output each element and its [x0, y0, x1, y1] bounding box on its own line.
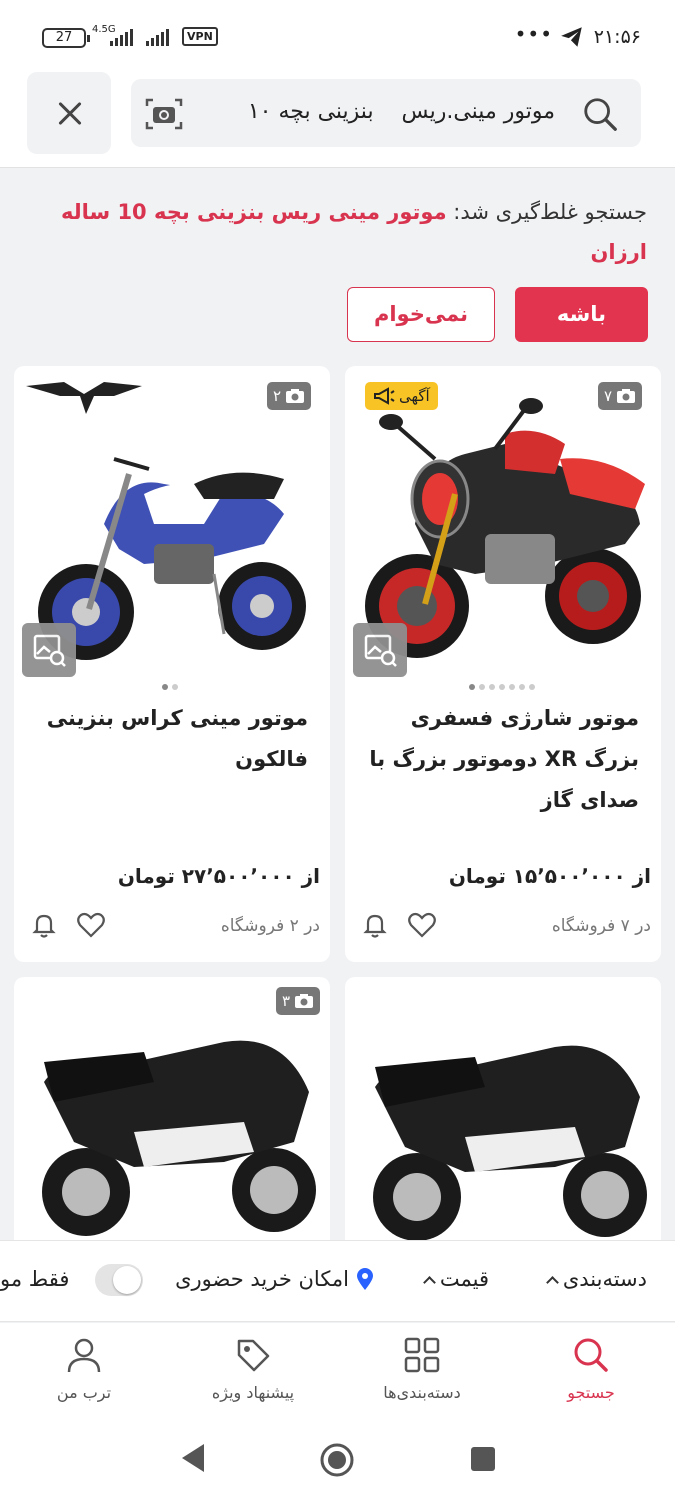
battery-indicator: 27: [42, 28, 90, 48]
close-search-button[interactable]: [27, 72, 111, 154]
pocket-bike-image: [373, 1045, 647, 1241]
heart-icon[interactable]: [407, 911, 437, 939]
camera-icon: [617, 389, 635, 403]
product-price: از ۲۷٬۵۰۰٬۰۰۰ تومان: [117, 864, 320, 888]
pocket-bike-image: [42, 1040, 316, 1236]
megaphone-icon: [374, 387, 395, 405]
user-icon: [67, 1338, 101, 1373]
nav-offers[interactable]: پیشنهاد ویژه: [188, 1335, 318, 1402]
nav-search-label: جستجو: [567, 1383, 615, 1402]
product-title[interactable]: موتور مینی کراس بنزینی فالکون: [38, 698, 308, 780]
grid-icon: [404, 1337, 440, 1373]
nav-categories-label: دسته‌بندی‌ها: [383, 1383, 461, 1402]
product-card[interactable]: ۲ موتور مینی کراس بنزینی فالکون از ۲۷٬۵۰…: [14, 366, 330, 962]
search-header: موتور مینی.ریس بنزینی بچه ۱۰: [0, 72, 675, 168]
recents-icon[interactable]: [470, 1446, 496, 1472]
telegram-icon: [561, 27, 582, 47]
photo-count-badge: ۳: [275, 987, 320, 1015]
signal-icon-2: [146, 28, 169, 46]
home-icon[interactable]: [319, 1442, 355, 1478]
image-search-icon: [364, 634, 397, 667]
search-input[interactable]: موتور مینی.ریس بنزینی بچه ۱۰: [131, 79, 641, 147]
search-icon: [574, 1338, 608, 1372]
store-count[interactable]: در ۲ فروشگاه: [221, 916, 320, 936]
store-count[interactable]: در ۷ فروشگاه: [552, 916, 651, 936]
accept-correction-button[interactable]: باشه: [515, 287, 648, 342]
nav-search[interactable]: جستجو: [526, 1335, 656, 1402]
back-icon[interactable]: [178, 1442, 206, 1474]
clock: ۲۱:۵۶: [593, 26, 641, 48]
chevron-up-icon: [545, 1275, 559, 1289]
signal-icon: [110, 28, 133, 46]
image-search-icon: [33, 634, 66, 667]
filter-price-label: قیمت: [439, 1267, 489, 1291]
filter-in-person[interactable]: امکان خرید حضوری: [175, 1267, 375, 1291]
search-icon: [584, 98, 617, 131]
bell-icon[interactable]: [361, 911, 389, 939]
product-image[interactable]: [355, 997, 652, 1277]
photo-count-badge: ۲: [266, 382, 311, 410]
image-search-icon[interactable]: [145, 97, 183, 131]
product-image[interactable]: [24, 997, 321, 1277]
spelling-correction: جستجو غلط‌گیری شد: موتور مینی ریس بنزینی…: [27, 192, 647, 272]
tag-icon: [237, 1339, 270, 1372]
similar-images-button[interactable]: [22, 623, 76, 677]
nav-profile[interactable]: ترب من: [19, 1335, 149, 1402]
notification-dots: •••: [514, 22, 553, 46]
product-price: از ۱۵٬۵۰۰٬۰۰۰ تومان: [448, 864, 651, 888]
heart-icon[interactable]: [76, 911, 106, 939]
nav-categories[interactable]: دسته‌بندی‌ها: [357, 1335, 487, 1402]
filter-category[interactable]: دسته‌بندی: [545, 1267, 647, 1291]
chevron-up-icon: [422, 1275, 436, 1289]
camera-icon: [295, 994, 313, 1008]
nav-profile-label: ترب من: [56, 1383, 112, 1402]
photo-count: ۲: [272, 387, 281, 405]
filter-bar: دسته‌بندی قیمت امکان خرید حضوری فقط مو: [0, 1240, 675, 1322]
status-bar: 27 4.5G VPN ••• ۲۱:۵۶: [0, 0, 675, 72]
system-navigation: [0, 1420, 675, 1500]
photo-count: ۳: [281, 992, 290, 1010]
location-pin-icon: [357, 1268, 373, 1290]
filter-only[interactable]: فقط مو: [0, 1267, 69, 1291]
product-card[interactable]: [345, 977, 661, 1277]
reject-correction-button[interactable]: نمی‌خوام: [347, 287, 495, 342]
bell-icon[interactable]: [30, 911, 58, 939]
search-query: موتور مینی.ریس بنزینی بچه ۱۰: [247, 99, 555, 124]
photo-count: ۷: [603, 387, 612, 405]
bottom-navigation: جستجو دسته‌بندی‌ها پیشنهاد ویژه ترب من: [0, 1323, 675, 1420]
ad-label: آگهی: [399, 387, 430, 405]
image-carousel-dots: [162, 684, 178, 690]
filter-price[interactable]: قیمت: [422, 1267, 489, 1291]
filter-only-label: فقط مو: [0, 1267, 70, 1291]
similar-images-button[interactable]: [353, 623, 407, 677]
filter-in-person-label: امکان خرید حضوری: [175, 1267, 349, 1291]
nav-offers-label: پیشنهاد ویژه: [211, 1383, 295, 1402]
image-carousel-dots: [469, 684, 535, 690]
camera-icon: [286, 389, 304, 403]
product-card[interactable]: ۳: [14, 977, 330, 1277]
in-person-toggle[interactable]: [95, 1264, 143, 1296]
correction-prefix: جستجو غلط‌گیری شد:: [453, 200, 647, 224]
ad-badge: آگهی: [365, 382, 438, 410]
photo-count-badge: ۷: [597, 382, 642, 410]
filter-category-label: دسته‌بندی: [562, 1267, 647, 1291]
vpn-badge: VPN: [182, 27, 218, 46]
product-card[interactable]: آگهی ۷ موتور شارژی فسفری بزرگ XR دوموتور…: [345, 366, 661, 962]
product-title[interactable]: موتور شارژی فسفری بزرگ XR دوموتور بزرگ ب…: [369, 698, 639, 821]
